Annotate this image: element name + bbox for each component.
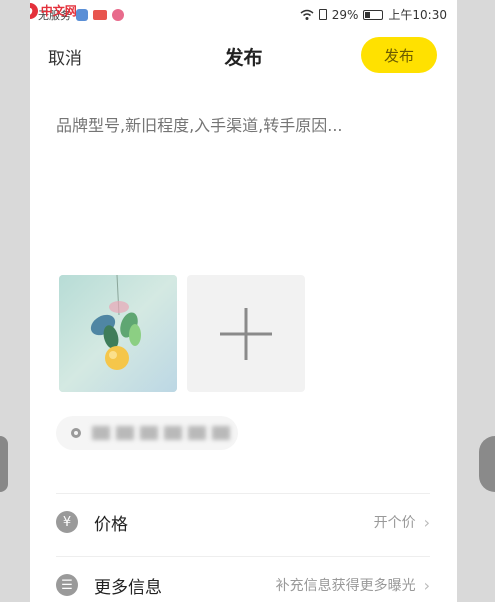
plus-icon [220,307,272,360]
sim-icon [318,9,327,20]
battery-icon [363,9,384,20]
price-value: 开个价 [373,515,416,531]
watermark-text: 中文网 [40,4,77,18]
location-selector[interactable] [56,416,238,450]
left-edge-handle [0,436,8,492]
watermark-logo: php [30,2,38,19]
photo-thumbnail[interactable] [59,275,177,392]
clock: 上午10:30 [388,8,447,22]
app-notification-icon [93,10,107,20]
yuan-icon: ¥ [56,511,78,533]
price-row[interactable]: ¥ 价格 开个价 › [56,493,430,550]
price-label: 价格 [94,514,128,535]
blurred-location-text [92,426,230,440]
more-info-row[interactable]: ☰ 更多信息 补充信息获得更多曝光 › [56,556,430,602]
wifi-icon [300,9,314,20]
battery-level [365,11,371,18]
watermark: php 中文网 [30,2,77,19]
app-notification-icon [76,9,88,21]
status-right: 29% 上午10:30 [300,6,447,23]
right-edge-handle [479,436,495,492]
top-bar: 取消 发布 发布 [30,30,457,82]
status-bar: 无服务 29% 上午10:30 [30,0,457,30]
chevron-right-icon: › [423,575,430,595]
add-photo-button[interactable] [187,275,305,392]
chevron-right-icon: › [423,512,430,532]
description-input[interactable] [56,116,436,135]
list-icon: ☰ [56,574,78,596]
lemon-artwork-image [59,275,177,392]
publish-button[interactable]: 发布 [361,37,437,73]
battery-percent: 29% [331,7,359,22]
more-info-value: 补充信息获得更多曝光 [275,578,416,594]
app-notification-icon [112,9,124,21]
more-info-label: 更多信息 [94,577,162,598]
screen: 无服务 29% 上午10:30 取消 发布 发布 品牌型号,新旧程度,入手渠道,… [30,0,457,602]
location-icon [71,428,81,438]
